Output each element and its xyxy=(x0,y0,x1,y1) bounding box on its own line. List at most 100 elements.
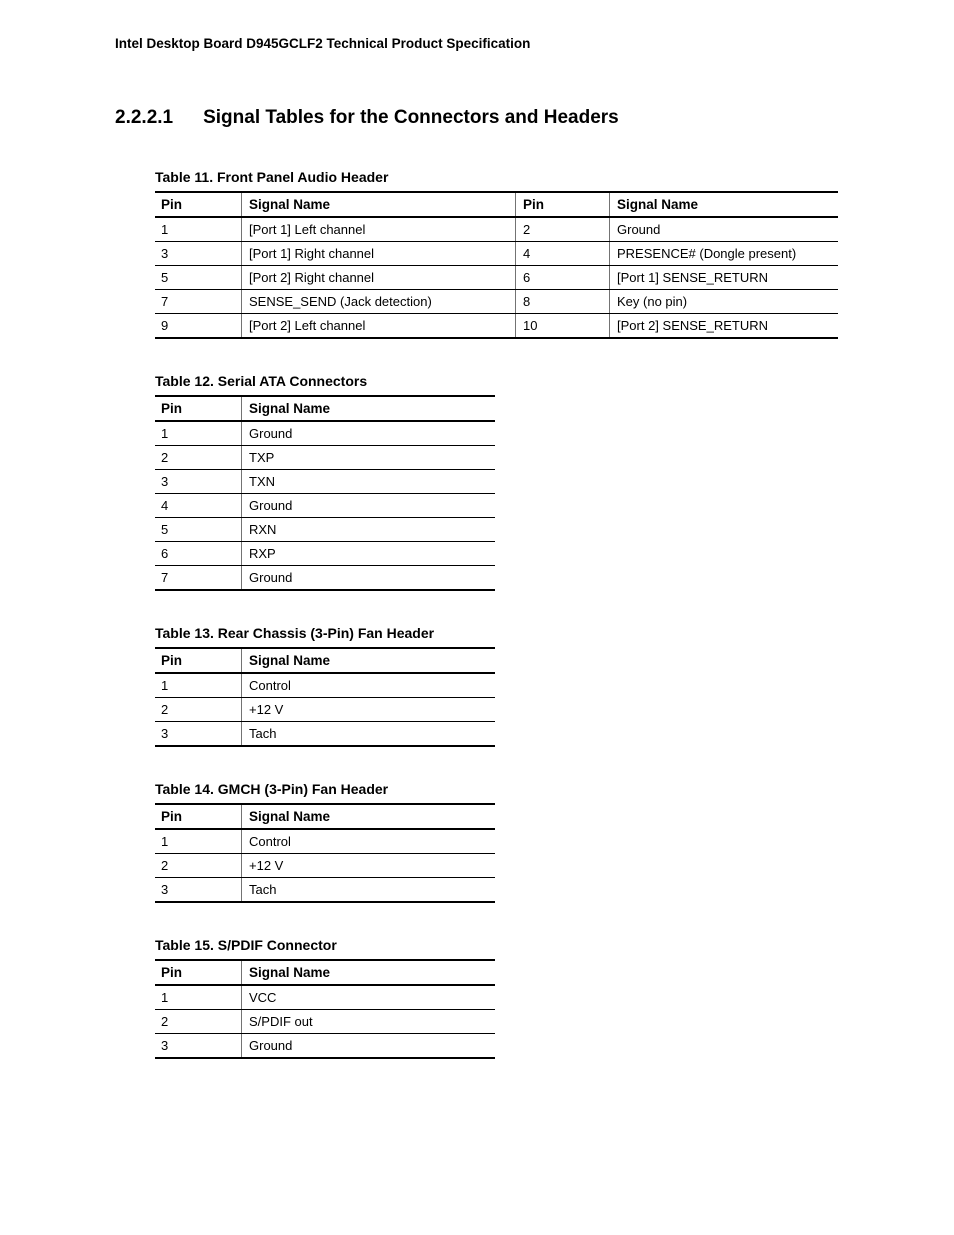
cell-signal: [Port 1] Left channel xyxy=(241,217,515,242)
table-14-body: 1 Control 2 +12 V 3 Tach xyxy=(155,829,495,902)
table-15: Pin Signal Name 1 VCC 2 S/PDIF out 3 Gro… xyxy=(155,959,495,1059)
table-row: 2 S/PDIF out xyxy=(155,1010,495,1034)
cell-signal: +12 V xyxy=(241,854,495,878)
col-pin-header: Pin xyxy=(155,648,241,673)
cell-pin: 4 xyxy=(155,494,241,518)
section-number: 2.2.2.1 xyxy=(115,107,173,129)
table-header-row: Pin Signal Name xyxy=(155,960,495,985)
table-row: 3 Ground xyxy=(155,1034,495,1059)
page: Intel Desktop Board D945GCLF2 Technical … xyxy=(0,0,954,1153)
cell-pin: 3 xyxy=(155,722,241,747)
table-11-title: Table 11. Front Panel Audio Header xyxy=(155,169,839,185)
table-row: 2 +12 V xyxy=(155,854,495,878)
table-row: 1 Control xyxy=(155,673,495,698)
cell-signal: Ground xyxy=(241,494,495,518)
cell-signal: Tach xyxy=(241,722,495,747)
cell-signal: [Port 2] Left channel xyxy=(241,314,515,339)
table-12-body: 1 Ground 2 TXP 3 TXN 4 Ground 5 RXN 6 RX… xyxy=(155,421,495,590)
table-13-body: 1 Control 2 +12 V 3 Tach xyxy=(155,673,495,746)
table-12-block: Table 12. Serial ATA Connectors Pin Sign… xyxy=(155,373,839,591)
cell-pin: 4 xyxy=(515,242,609,266)
table-11: Pin Signal Name Pin Signal Name 1 [Port … xyxy=(155,191,838,339)
col-signal-header: Signal Name xyxy=(609,192,838,217)
cell-signal: Control xyxy=(241,829,495,854)
table-row: 2 +12 V xyxy=(155,698,495,722)
table-14: Pin Signal Name 1 Control 2 +12 V 3 Tach xyxy=(155,803,495,903)
cell-pin: 1 xyxy=(155,217,241,242)
cell-pin: 8 xyxy=(515,290,609,314)
cell-pin: 6 xyxy=(155,542,241,566)
cell-pin: 1 xyxy=(155,829,241,854)
cell-pin: 3 xyxy=(155,470,241,494)
col-signal-header: Signal Name xyxy=(241,648,495,673)
cell-pin: 3 xyxy=(155,1034,241,1059)
col-signal-header: Signal Name xyxy=(241,396,495,421)
table-15-block: Table 15. S/PDIF Connector Pin Signal Na… xyxy=(155,937,839,1059)
cell-pin: 3 xyxy=(155,242,241,266)
table-row: 3 [Port 1] Right channel 4 PRESENCE# (Do… xyxy=(155,242,838,266)
cell-pin: 1 xyxy=(155,673,241,698)
cell-pin: 2 xyxy=(155,1010,241,1034)
table-header-row: Pin Signal Name xyxy=(155,804,495,829)
cell-signal: PRESENCE# (Dongle present) xyxy=(609,242,838,266)
cell-signal: TXN xyxy=(241,470,495,494)
cell-pin: 1 xyxy=(155,421,241,446)
table-header-row: Pin Signal Name xyxy=(155,648,495,673)
cell-signal: Ground xyxy=(241,566,495,591)
table-row: 9 [Port 2] Left channel 10 [Port 2] SENS… xyxy=(155,314,838,339)
table-14-title: Table 14. GMCH (3-Pin) Fan Header xyxy=(155,781,839,797)
cell-signal: [Port 2] SENSE_RETURN xyxy=(609,314,838,339)
col-signal-header: Signal Name xyxy=(241,804,495,829)
cell-pin: 1 xyxy=(155,985,241,1010)
cell-signal: Ground xyxy=(241,1034,495,1059)
running-header: Intel Desktop Board D945GCLF2 Technical … xyxy=(115,36,839,51)
table-row: 4 Ground xyxy=(155,494,495,518)
cell-signal: TXP xyxy=(241,446,495,470)
cell-signal: Tach xyxy=(241,878,495,903)
col-pin-header: Pin xyxy=(155,960,241,985)
table-header-row: Pin Signal Name Pin Signal Name xyxy=(155,192,838,217)
col-pin-header: Pin xyxy=(155,192,241,217)
cell-signal: [Port 1] Right channel xyxy=(241,242,515,266)
table-row: 3 Tach xyxy=(155,878,495,903)
table-13-block: Table 13. Rear Chassis (3-Pin) Fan Heade… xyxy=(155,625,839,747)
col-signal-header: Signal Name xyxy=(241,192,515,217)
table-row: 7 Ground xyxy=(155,566,495,591)
cell-pin: 7 xyxy=(155,290,241,314)
table-15-title: Table 15. S/PDIF Connector xyxy=(155,937,839,953)
table-15-body: 1 VCC 2 S/PDIF out 3 Ground xyxy=(155,985,495,1058)
table-13: Pin Signal Name 1 Control 2 +12 V 3 Tach xyxy=(155,647,495,747)
col-pin-header: Pin xyxy=(155,396,241,421)
table-row: 5 RXN xyxy=(155,518,495,542)
section-heading: 2.2.2.1 Signal Tables for the Connectors… xyxy=(115,107,839,129)
table-header-row: Pin Signal Name xyxy=(155,396,495,421)
cell-pin: 2 xyxy=(155,854,241,878)
cell-pin: 2 xyxy=(155,698,241,722)
cell-signal: SENSE_SEND (Jack detection) xyxy=(241,290,515,314)
table-11-body: 1 [Port 1] Left channel 2 Ground 3 [Port… xyxy=(155,217,838,338)
table-row: 1 Control xyxy=(155,829,495,854)
section-title: Signal Tables for the Connectors and Hea… xyxy=(203,107,619,129)
cell-signal: RXN xyxy=(241,518,495,542)
table-row: 1 Ground xyxy=(155,421,495,446)
cell-pin: 5 xyxy=(155,266,241,290)
table-12: Pin Signal Name 1 Ground 2 TXP 3 TXN 4 G… xyxy=(155,395,495,591)
table-11-block: Table 11. Front Panel Audio Header Pin S… xyxy=(155,169,839,339)
table-row: 6 RXP xyxy=(155,542,495,566)
cell-signal: Control xyxy=(241,673,495,698)
cell-pin: 5 xyxy=(155,518,241,542)
table-row: 2 TXP xyxy=(155,446,495,470)
col-signal-header: Signal Name xyxy=(241,960,495,985)
cell-pin: 9 xyxy=(155,314,241,339)
cell-signal: VCC xyxy=(241,985,495,1010)
table-14-block: Table 14. GMCH (3-Pin) Fan Header Pin Si… xyxy=(155,781,839,903)
cell-signal: RXP xyxy=(241,542,495,566)
cell-pin: 2 xyxy=(515,217,609,242)
table-13-title: Table 13. Rear Chassis (3-Pin) Fan Heade… xyxy=(155,625,839,641)
col-pin-header: Pin xyxy=(155,804,241,829)
table-row: 7 SENSE_SEND (Jack detection) 8 Key (no … xyxy=(155,290,838,314)
cell-signal: Ground xyxy=(241,421,495,446)
table-row: 5 [Port 2] Right channel 6 [Port 1] SENS… xyxy=(155,266,838,290)
table-12-title: Table 12. Serial ATA Connectors xyxy=(155,373,839,389)
cell-pin: 7 xyxy=(155,566,241,591)
